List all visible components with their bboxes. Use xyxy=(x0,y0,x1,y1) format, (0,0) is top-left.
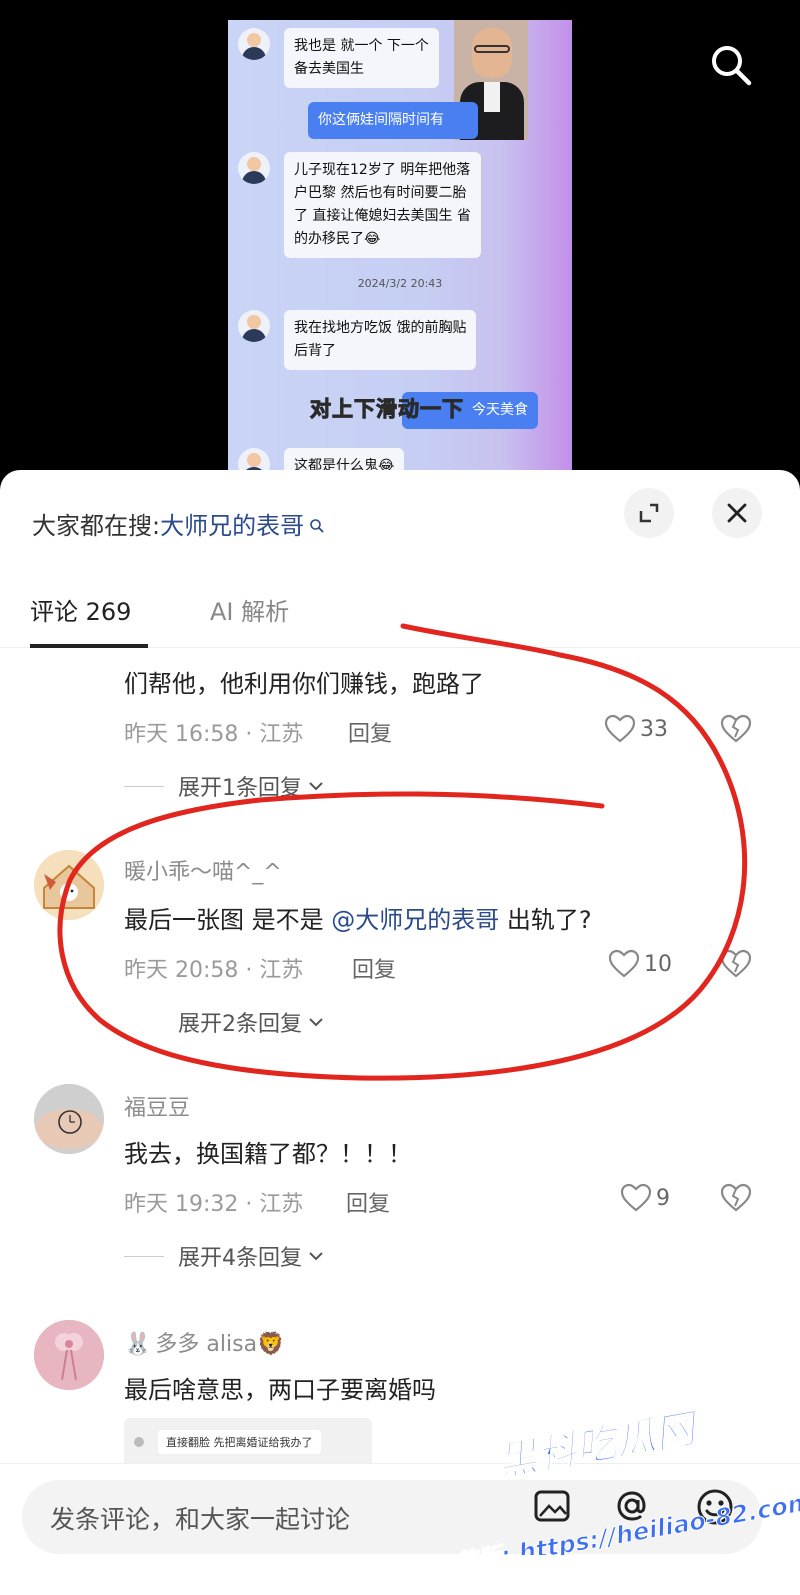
heart-icon xyxy=(604,714,636,743)
comment-text-part: 最后一张图 是不是 xyxy=(124,906,332,934)
tab-underline xyxy=(30,644,148,648)
comment-text: 我去，换国籍了都？！！！ xyxy=(124,1140,412,1168)
search-icon[interactable] xyxy=(706,40,756,90)
chat-bubble: 我也是 就一个 下一个 备去美国生 xyxy=(284,28,439,88)
watermark-line2: 看完整版: https://heiliao-82.com xyxy=(460,1488,800,1555)
video-player[interactable]: 我也是 就一个 下一个 备去美国生 你这俩娃间隔时间有 儿子现在12岁了 明年把… xyxy=(0,0,800,490)
reply-button[interactable]: 回复 xyxy=(352,952,396,984)
chat-line: 了 直接让俺媳妇去美国生 省 xyxy=(294,208,471,224)
hot-search-label: 大家都在搜: xyxy=(32,512,161,540)
chat-screenshot: 我也是 就一个 下一个 备去美国生 你这俩娃间隔时间有 儿子现在12岁了 明年把… xyxy=(228,20,572,490)
comment-tabs: 评论 269 AI 解析 xyxy=(0,580,800,648)
chat-bubble: 儿子现在12岁了 明年把他落 户巴黎 然后也有时间要二胎 了 直接让俺媳妇去美国… xyxy=(284,152,481,258)
chat-line: 我也是 就一个 下一个 xyxy=(294,38,429,54)
chat-line: 我在找地方吃饭 饿的前胸贴 xyxy=(294,320,467,336)
comment-text-part: 出轨了? xyxy=(499,906,592,934)
hot-search: 大家都在搜:大师兄的表哥 xyxy=(32,506,325,541)
like-count: 33 xyxy=(640,716,668,742)
comment-text: 最后啥意思，两口子要离婚吗 xyxy=(124,1376,436,1404)
chat-message: 我也是 就一个 下一个 备去美国生 xyxy=(238,28,439,88)
person-icon xyxy=(134,1437,144,1447)
username-label: 多多 alisa xyxy=(155,1332,258,1357)
search-icon xyxy=(304,519,325,538)
like-button[interactable]: 9 xyxy=(620,1183,670,1213)
comment-meta: 昨天 16:58 · 江苏 xyxy=(124,722,304,747)
expand-replies-button[interactable]: 展开2条回复 xyxy=(124,1006,326,1038)
rabbit-icon: 🐰 xyxy=(124,1332,152,1357)
chevron-down-icon xyxy=(309,1018,323,1027)
like-button[interactable]: 10 xyxy=(608,949,672,979)
like-count: 10 xyxy=(644,951,672,977)
close-icon[interactable] xyxy=(712,488,762,538)
watermark: 黑料吃瓜网 看完整版: https://heiliao-82.com xyxy=(404,1395,800,1587)
user-mention[interactable]: @大师兄的表哥 xyxy=(331,906,499,934)
broken-heart-icon[interactable] xyxy=(720,949,752,983)
comment-username[interactable]: 福豆豆 xyxy=(124,1090,190,1122)
avatar[interactable] xyxy=(34,850,104,920)
comment-meta: 昨天 19:32 · 江苏 xyxy=(124,1192,304,1217)
comment-username[interactable]: 🐰 多多 alisa🦁 xyxy=(124,1326,284,1358)
chat-avatar xyxy=(238,152,270,184)
chat-line: 儿子现在12岁了 明年把他落 xyxy=(294,162,471,178)
expand-icon[interactable] xyxy=(624,488,674,538)
broken-heart-icon[interactable] xyxy=(720,714,752,748)
screen: 我也是 就一个 下一个 备去美国生 你这俩娃间隔时间有 儿子现在12岁了 明年把… xyxy=(0,0,800,1595)
chat-line: 你这俩娃间隔时间有 xyxy=(318,112,444,128)
chat-avatar xyxy=(238,28,270,60)
broken-heart-icon[interactable] xyxy=(720,1183,752,1217)
tab-comments[interactable]: 评论 269 xyxy=(30,592,131,627)
heart-icon xyxy=(620,1183,652,1212)
like-count: 9 xyxy=(656,1185,670,1211)
chevron-down-icon xyxy=(309,1252,323,1261)
image-text: 直接翻脸 先把离婚证给我办了 xyxy=(158,1430,321,1454)
comment-meta: 昨天 20:58 · 江苏 xyxy=(124,958,304,983)
expand-replies-label: 展开1条回复 xyxy=(178,776,302,801)
lion-icon: 🦁 xyxy=(257,1332,285,1357)
video-caption: 对上下滑动一下 xyxy=(310,397,464,422)
avatar[interactable] xyxy=(34,1320,104,1390)
reply-button[interactable]: 回复 xyxy=(346,1186,390,1218)
chat-bubble: 你这俩娃间隔时间有 xyxy=(308,102,478,139)
like-button[interactable]: 33 xyxy=(604,714,668,744)
chat-message: 我在找地方吃饭 饿的前胸贴 后背了 xyxy=(238,310,477,370)
chat-line: 户巴黎 然后也有时间要二胎 xyxy=(294,185,467,201)
chevron-down-icon xyxy=(309,782,323,791)
comment-input-placeholder: 发条评论，和大家一起讨论 xyxy=(50,1505,351,1534)
expand-replies-label: 展开2条回复 xyxy=(178,1012,302,1037)
tab-ai-analysis[interactable]: AI 解析 xyxy=(210,592,289,627)
heart-icon xyxy=(608,949,640,978)
chat-message: 儿子现在12岁了 明年把他落 户巴黎 然后也有时间要二胎 了 直接让俺媳妇去美国… xyxy=(238,152,481,258)
chat-timestamp: 2024/3/2 20:43 xyxy=(357,277,443,290)
chat-line: 备去美国生 xyxy=(294,61,364,77)
watermark-line1: 黑料吃瓜网 xyxy=(494,1405,705,1486)
expand-replies-label: 展开4条回复 xyxy=(178,1246,302,1271)
chat-avatar xyxy=(238,310,270,342)
reply-button[interactable]: 回复 xyxy=(348,716,392,748)
comment-text: 最后一张图 是不是 @大师兄的表哥 出轨了? xyxy=(124,900,592,935)
chat-bubble: 我在找地方吃饭 饿的前胸贴 后背了 xyxy=(284,310,477,370)
chat-line: 后背了 xyxy=(294,343,336,359)
expand-replies-button[interactable]: 展开4条回复 xyxy=(124,1240,326,1272)
hot-search-link[interactable]: 大师兄的表哥 xyxy=(160,512,304,540)
comment-username[interactable]: 暖小乖～喵^_^ xyxy=(124,854,282,886)
expand-replies-button[interactable]: 展开1条回复 xyxy=(124,770,326,802)
avatar[interactable] xyxy=(34,1084,104,1154)
chat-line: 的办移民了😂 xyxy=(294,231,381,247)
chat-line: 今天美食 xyxy=(472,402,528,418)
comment-text: 们帮他，他利用你们赚钱，跑路了 xyxy=(124,670,484,698)
